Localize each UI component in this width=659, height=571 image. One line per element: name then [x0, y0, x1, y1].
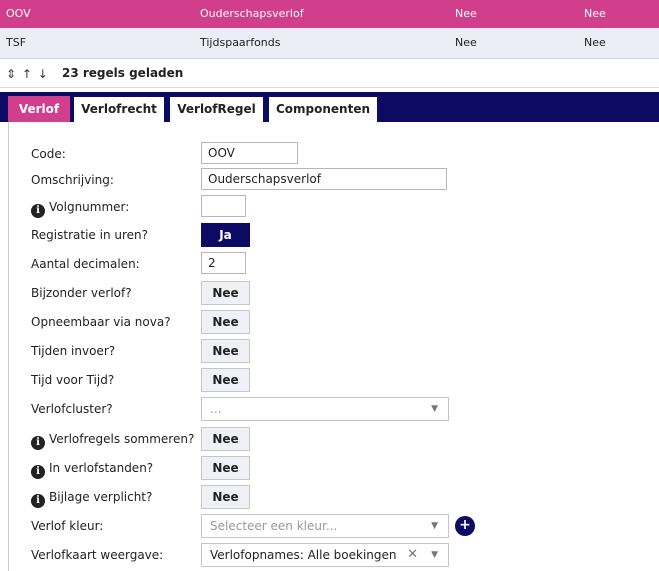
registratie-label: Registratie in uren? — [31, 228, 148, 242]
chevron-down-icon: ▼ — [431, 521, 438, 531]
omschrijving-label: Omschrijving: — [31, 173, 114, 187]
verlofstanden-row: i In verlofstanden? — [31, 461, 153, 479]
tab-componenten[interactable]: Componenten — [268, 96, 378, 122]
decimalen-input[interactable]: 2 — [201, 252, 246, 274]
verlofstanden-toggle[interactable]: Nee — [201, 456, 250, 480]
bijlage-row: i Bijlage verplicht? — [31, 490, 152, 508]
tab-verlof[interactable]: Verlof — [8, 96, 70, 122]
info-icon[interactable]: i — [31, 465, 45, 479]
volgnummer-input[interactable] — [201, 195, 246, 217]
verlofcluster-placeholder: ... — [210, 402, 222, 416]
kleur-label: Verlof kleur: — [31, 519, 104, 533]
omschrijving-input[interactable]: Ouderschapsverlof — [201, 168, 447, 190]
bijlage-toggle[interactable]: Nee — [201, 485, 250, 509]
sommeren-label: Verlofregels sommeren? — [49, 432, 195, 446]
table-row[interactable]: TSF Tijdspaarfonds Nee Nee — [0, 28, 659, 59]
tijden-toggle[interactable]: Nee — [201, 339, 250, 363]
cell-col3: Nee — [455, 7, 477, 20]
bijlage-label: Bijlage verplicht? — [49, 490, 153, 504]
volgnummer-row: i Volgnummer: — [31, 200, 129, 218]
cell-col4: Nee — [584, 36, 606, 49]
chevron-down-icon: ▼ — [431, 404, 438, 414]
sommeren-row: i Verlofregels sommeren? — [31, 432, 194, 450]
rows-loaded-count: 23 regels geladen — [62, 66, 184, 80]
cell-code: OOV — [6, 7, 31, 20]
info-icon[interactable]: i — [31, 204, 45, 218]
info-icon[interactable]: i — [31, 436, 45, 450]
opneembaar-label: Opneembaar via nova? — [31, 315, 171, 329]
add-color-button[interactable]: + — [455, 516, 475, 536]
weergave-value: Verlofopnames: Alle boekingen — [210, 548, 397, 562]
tab-verlofregel[interactable]: VerlofRegel — [169, 96, 264, 122]
sommeren-toggle[interactable]: Nee — [201, 427, 250, 451]
weergave-label: Verlofkaart weergave: — [31, 548, 164, 562]
status-bar: ⇕ ↑ ↓ 23 regels geladen — [0, 61, 659, 88]
tijdvoortijd-label: Tijd voor Tijd? — [31, 373, 115, 387]
cell-col3: Nee — [455, 36, 477, 49]
bijzonder-label: Bijzonder verlof? — [31, 286, 132, 300]
chevron-down-icon: ▼ — [431, 550, 438, 560]
kleur-select[interactable]: Selecteer een kleur... ▼ — [201, 514, 449, 538]
verlofstanden-label: In verlofstanden? — [49, 461, 154, 475]
tab-verlofrecht[interactable]: Verlofrecht — [73, 96, 165, 122]
code-label: Code: — [31, 147, 66, 161]
opneembaar-toggle[interactable]: Nee — [201, 310, 250, 334]
code-input[interactable]: OOV — [201, 142, 298, 164]
form-panel: Code: OOV Omschrijving: Ouderschapsverlo… — [8, 122, 659, 571]
bijzonder-toggle[interactable]: Nee — [201, 281, 250, 305]
decimalen-label: Aantal decimalen: — [31, 257, 140, 271]
verlofcluster-label: Verlofcluster? — [31, 402, 113, 416]
weergave-select[interactable]: Verlofopnames: Alle boekingen ✕ ▼ — [201, 543, 449, 567]
cell-name: Ouderschapsverlof — [200, 7, 304, 20]
verlofcluster-select[interactable]: ... ▼ — [201, 397, 449, 421]
kleur-placeholder: Selecteer een kleur... — [210, 519, 338, 533]
cell-col4: Nee — [584, 7, 606, 20]
clear-icon[interactable]: ✕ — [407, 544, 418, 566]
tijden-label: Tijden invoer? — [31, 344, 116, 358]
sort-arrows-icon[interactable]: ⇕ ↑ ↓ — [6, 67, 49, 81]
cell-name: Tijdspaarfonds — [200, 36, 281, 49]
tijdvoortijd-toggle[interactable]: Nee — [201, 368, 250, 392]
tab-bar: Verlof Verlofrecht VerlofRegel Component… — [0, 92, 659, 122]
volgnummer-label: Volgnummer: — [49, 200, 130, 214]
cell-code: TSF — [6, 36, 27, 49]
info-icon[interactable]: i — [31, 494, 45, 508]
registratie-toggle[interactable]: Ja — [201, 223, 250, 247]
table-row-selected[interactable]: OOV Ouderschapsverlof Nee Nee — [0, 0, 659, 28]
